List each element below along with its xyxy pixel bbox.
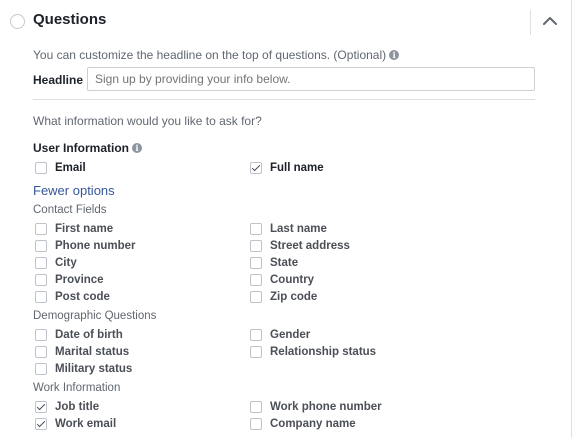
- work-email-option[interactable]: Work email: [35, 417, 116, 431]
- gender-label: Gender: [270, 329, 311, 341]
- zip-code-label: Zip code: [270, 291, 318, 303]
- user-information-title: User Information: [33, 141, 130, 155]
- city-option[interactable]: City: [35, 256, 77, 270]
- date-of-birth-checkbox[interactable]: [35, 329, 47, 341]
- headline-hint-text: You can customize the headline on the to…: [33, 48, 387, 62]
- city-label: City: [55, 257, 77, 269]
- date-of-birth-option[interactable]: Date of birth: [35, 328, 123, 342]
- state-checkbox[interactable]: [250, 257, 262, 269]
- first-name-checkbox[interactable]: [35, 223, 47, 235]
- marital-status-checkbox[interactable]: [35, 346, 47, 358]
- company-name-option[interactable]: Company name: [250, 417, 356, 431]
- first-name-label: First name: [55, 223, 114, 235]
- post-code-label: Post code: [55, 291, 110, 303]
- relationship-status-option[interactable]: Relationship status: [250, 345, 376, 359]
- work-information-title: Work Information: [33, 382, 121, 394]
- state-label: State: [270, 257, 299, 269]
- first-name-option[interactable]: First name: [35, 222, 113, 236]
- panel-header[interactable]: Questions: [0, 0, 571, 44]
- phone-number-checkbox[interactable]: [35, 240, 47, 252]
- email-checkbox[interactable]: [35, 162, 47, 174]
- job-title-checkbox[interactable]: [35, 401, 47, 413]
- last-name-checkbox[interactable]: [250, 223, 262, 235]
- military-status-checkbox[interactable]: [35, 363, 47, 375]
- street-address-option[interactable]: Street address: [250, 239, 350, 253]
- military-status-option[interactable]: Military status: [35, 362, 132, 376]
- phone-number-label: Phone number: [55, 240, 136, 252]
- questions-panel: Questions You can customize the headline…: [0, 0, 572, 438]
- province-label: Province: [55, 274, 104, 286]
- state-option[interactable]: State: [250, 256, 298, 270]
- info-icon[interactable]: i: [132, 143, 143, 153]
- work-email-label: Work email: [55, 418, 117, 430]
- post-code-checkbox[interactable]: [35, 291, 47, 303]
- relationship-status-checkbox[interactable]: [250, 346, 262, 358]
- user-information-heading: User Information i: [33, 141, 143, 155]
- work-phone-number-checkbox[interactable]: [250, 401, 262, 413]
- date-of-birth-label: Date of birth: [55, 329, 123, 341]
- country-label: Country: [270, 274, 315, 286]
- gender-option[interactable]: Gender: [250, 328, 310, 342]
- gender-checkbox[interactable]: [250, 329, 262, 341]
- headline-label: Headline: [33, 73, 84, 87]
- work-phone-number-option[interactable]: Work phone number: [250, 400, 382, 414]
- street-address-checkbox[interactable]: [250, 240, 262, 252]
- headline-hint: You can customize the headline on the to…: [33, 48, 400, 62]
- job-title-label: Job title: [55, 401, 100, 413]
- marital-status-option[interactable]: Marital status: [35, 345, 129, 359]
- email-label: Email: [55, 162, 86, 174]
- full-name-option[interactable]: Full name: [250, 161, 324, 175]
- work-phone-number-label: Work phone number: [270, 401, 382, 413]
- full-name-label: Full name: [270, 162, 324, 174]
- panel-title: Questions: [33, 11, 107, 28]
- street-address-label: Street address: [270, 240, 350, 252]
- zip-code-option[interactable]: Zip code: [250, 290, 317, 304]
- demographic-questions-title: Demographic Questions: [33, 310, 157, 322]
- section-radio[interactable]: [10, 14, 25, 29]
- country-option[interactable]: Country: [250, 273, 314, 287]
- info-icon[interactable]: i: [389, 50, 400, 60]
- marital-status-label: Marital status: [55, 346, 130, 358]
- contact-fields-title: Contact Fields: [33, 204, 107, 216]
- header-divider: [530, 10, 531, 35]
- province-option[interactable]: Province: [35, 273, 104, 287]
- relationship-status-label: Relationship status: [270, 346, 377, 358]
- post-code-option[interactable]: Post code: [35, 290, 110, 304]
- chevron-up-icon[interactable]: [541, 12, 559, 30]
- country-checkbox[interactable]: [250, 274, 262, 286]
- last-name-option[interactable]: Last name: [250, 222, 327, 236]
- job-title-option[interactable]: Job title: [35, 400, 99, 414]
- military-status-label: Military status: [55, 363, 133, 375]
- full-name-checkbox[interactable]: [250, 162, 262, 174]
- divider: [33, 99, 535, 100]
- work-email-checkbox[interactable]: [35, 418, 47, 430]
- question-prompt: What information would you like to ask f…: [33, 114, 262, 128]
- province-checkbox[interactable]: [35, 274, 47, 286]
- headline-input[interactable]: [87, 67, 535, 91]
- last-name-label: Last name: [270, 223, 327, 235]
- company-name-label: Company name: [270, 418, 356, 430]
- fewer-options-link[interactable]: Fewer options: [33, 183, 115, 198]
- email-option[interactable]: Email: [35, 161, 86, 175]
- zip-code-checkbox[interactable]: [250, 291, 262, 303]
- phone-number-option[interactable]: Phone number: [35, 239, 136, 253]
- company-name-checkbox[interactable]: [250, 418, 262, 430]
- city-checkbox[interactable]: [35, 257, 47, 269]
